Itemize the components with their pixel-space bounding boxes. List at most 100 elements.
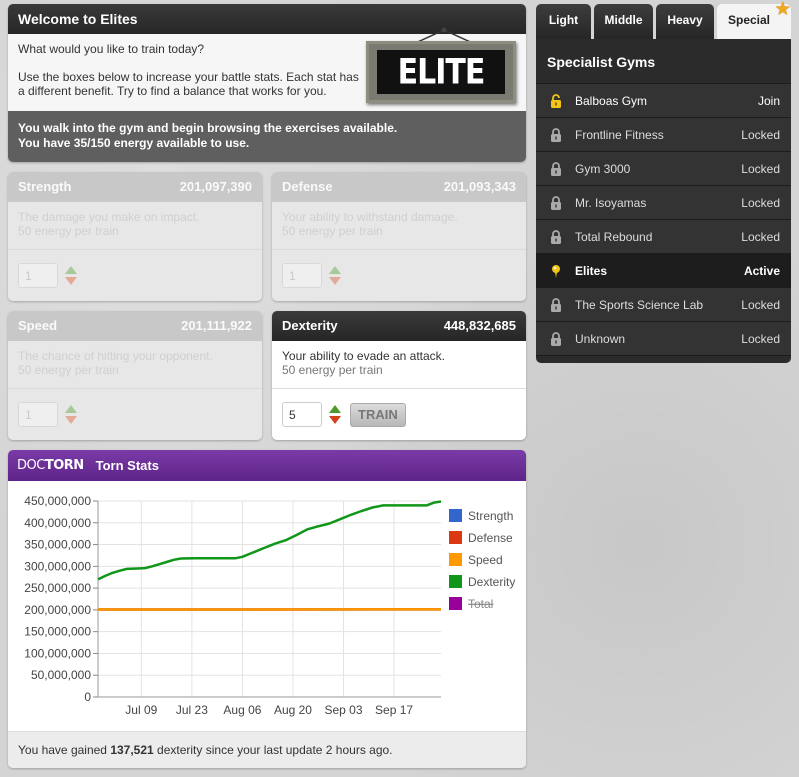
tab-special[interactable]: Special ★ [717,1,791,39]
x-tick-label: Sep 17 [375,703,413,717]
tab-middle[interactable]: Middle [594,4,653,39]
tab-light[interactable]: Light [536,4,591,39]
lock-icon [550,229,562,244]
x-tick-label: Sep 03 [324,703,362,717]
gym-item-balboas-gym[interactable]: Balboas Gym Join [536,84,791,118]
stat-benefit: The chance of hitting your opponent. [18,349,213,363]
gym-status: Locked [741,229,780,244]
gym-item-elites[interactable]: Elites Active [536,254,791,288]
gym-item-unknown[interactable]: Unknown Locked [536,322,791,356]
stat-controls: TRAIN [272,389,526,440]
decrease-arrow-icon[interactable] [329,277,341,285]
quantity-stepper[interactable] [64,405,78,424]
stat-box-defense: Defense 201,093,343 Your ability to with… [272,172,526,301]
gym-status: Locked [741,331,780,346]
torn-stats-title: Torn Stats [95,458,159,473]
tab-label: Special [727,13,771,27]
stat-energy-cost: 50 energy per train [18,224,119,238]
legend-label-defense: Defense [468,531,513,545]
gym-item-gym-3000[interactable]: Gym 3000 Locked [536,152,791,186]
series-line-dexterity [97,500,442,581]
stat-benefit: Your ability to withstand damage. [282,210,458,224]
stat-box-strength: Strength 201,097,390 The damage you make… [8,172,262,301]
quantity-stepper[interactable] [64,266,78,285]
gym-item-the-sports-science-lab[interactable]: The Sports Science Lab Locked [536,288,791,322]
status-line-energy: You have 35/150 energy available to use. [18,136,250,150]
status-line-browsing: You walk into the gym and begin browsing… [18,121,398,135]
legend-label-speed: Speed [468,553,503,567]
y-tick-label: 400,000,000 [24,516,91,530]
x-tick-label: Aug 06 [223,703,261,717]
increase-arrow-icon[interactable] [329,266,341,274]
legend-swatch-total [449,597,462,610]
gym-name: Frontline Fitness [575,127,664,142]
gym-status-message: You walk into the gym and begin browsing… [8,111,526,162]
legend-swatch-strength [449,509,462,522]
quantity-stepper[interactable] [328,405,342,424]
stat-description: Your ability to withstand damage. 50 ene… [272,202,526,250]
legend-swatch-speed [449,553,462,566]
welcome-instructions: Use the boxes below to increase your bat… [18,70,359,98]
decrease-arrow-icon[interactable] [65,277,77,285]
y-tick-label: 200,000,000 [24,603,91,617]
x-tick-label: Jul 09 [125,703,157,717]
stat-benefit: Your ability to evade an attack. [282,349,445,363]
stat-header: Defense 201,093,343 [272,172,526,202]
stat-energy-cost: 50 energy per train [18,363,119,377]
gym-name: Elites [575,263,608,278]
stat-value: 201,111,922 [181,318,252,333]
stat-benefit: The damage you make on impact. [18,210,200,224]
gym-status: Locked [741,127,780,142]
stats-line-chart: 0 50,000,000 100,000,000 150,000,000 200,000… [24,494,515,717]
stat-description: Your ability to evade an attack. 50 ener… [272,341,526,389]
gym-item-mr-isoyamas[interactable]: Mr. Isoyamas Locked [536,186,791,220]
stat-value: 448,832,685 [443,318,516,333]
y-tick-label: 100,000,000 [24,646,91,660]
stat-description: The chance of hitting your opponent. 50 … [8,341,262,389]
lock-icon [550,195,562,210]
gym-name: Unknown [575,331,626,346]
x-tick-label: Aug 20 [274,703,312,717]
stat-value: 201,097,390 [179,179,252,194]
tab-label: Middle [604,13,643,27]
lock-icon [550,161,562,176]
gym-name: Total Rebound [575,229,653,244]
star-icon: ★ [775,1,790,18]
stat-header: Speed 201,111,922 [8,311,262,341]
gym-sidebar: Light Middle Heavy Special ★ Specialist G… [536,1,791,363]
gym-item-total-rebound[interactable]: Total Rebound Locked [536,220,791,254]
legend-label-dexterity: Dexterity [468,575,515,589]
tab-heavy[interactable]: Heavy [656,4,714,39]
x-tick-label: Jul 23 [176,703,208,717]
defense-quantity-input[interactable] [282,263,322,288]
y-tick-label: 150,000,000 [24,625,91,639]
speed-quantity-input[interactable] [18,402,58,427]
stat-name: Strength [18,179,72,194]
quantity-stepper[interactable] [328,266,342,285]
increase-arrow-icon[interactable] [329,405,341,413]
stat-energy-cost: 50 energy per train [282,363,383,377]
stat-box-speed: Speed 201,111,922 The chance of hitting … [8,311,262,440]
lock-icon [550,127,562,142]
increase-arrow-icon[interactable] [65,405,77,413]
gained-amount: 137,521 [110,743,154,757]
legend-label-strength: Strength [468,509,513,523]
decrease-arrow-icon[interactable] [65,416,77,424]
gym-name: The Sports Science Lab [575,297,704,312]
stat-controls [272,250,526,301]
gym-status: Active [743,263,780,278]
y-tick-label: 300,000,000 [24,559,91,573]
train-button[interactable]: TRAIN [350,402,406,427]
doctorn-logo: DOCTORN [17,458,84,473]
gym-item-frontline-fitness[interactable]: Frontline Fitness Locked [536,118,791,152]
increase-arrow-icon[interactable] [65,266,77,274]
strength-quantity-input[interactable] [18,263,58,288]
y-tick-label: 450,000,000 [24,494,91,508]
location-pin-icon [550,264,562,278]
torn-stats-panel: DOCTORN Torn Stats 0 50,000,000 100,000,00… [8,450,526,768]
dexterity-quantity-input[interactable] [282,402,322,427]
gym-name: Balboas Gym [575,93,648,108]
sign-logo-text: ELITE [397,51,486,93]
stat-description: The damage you make on impact. 50 energy… [8,202,262,250]
decrease-arrow-icon[interactable] [329,416,341,424]
